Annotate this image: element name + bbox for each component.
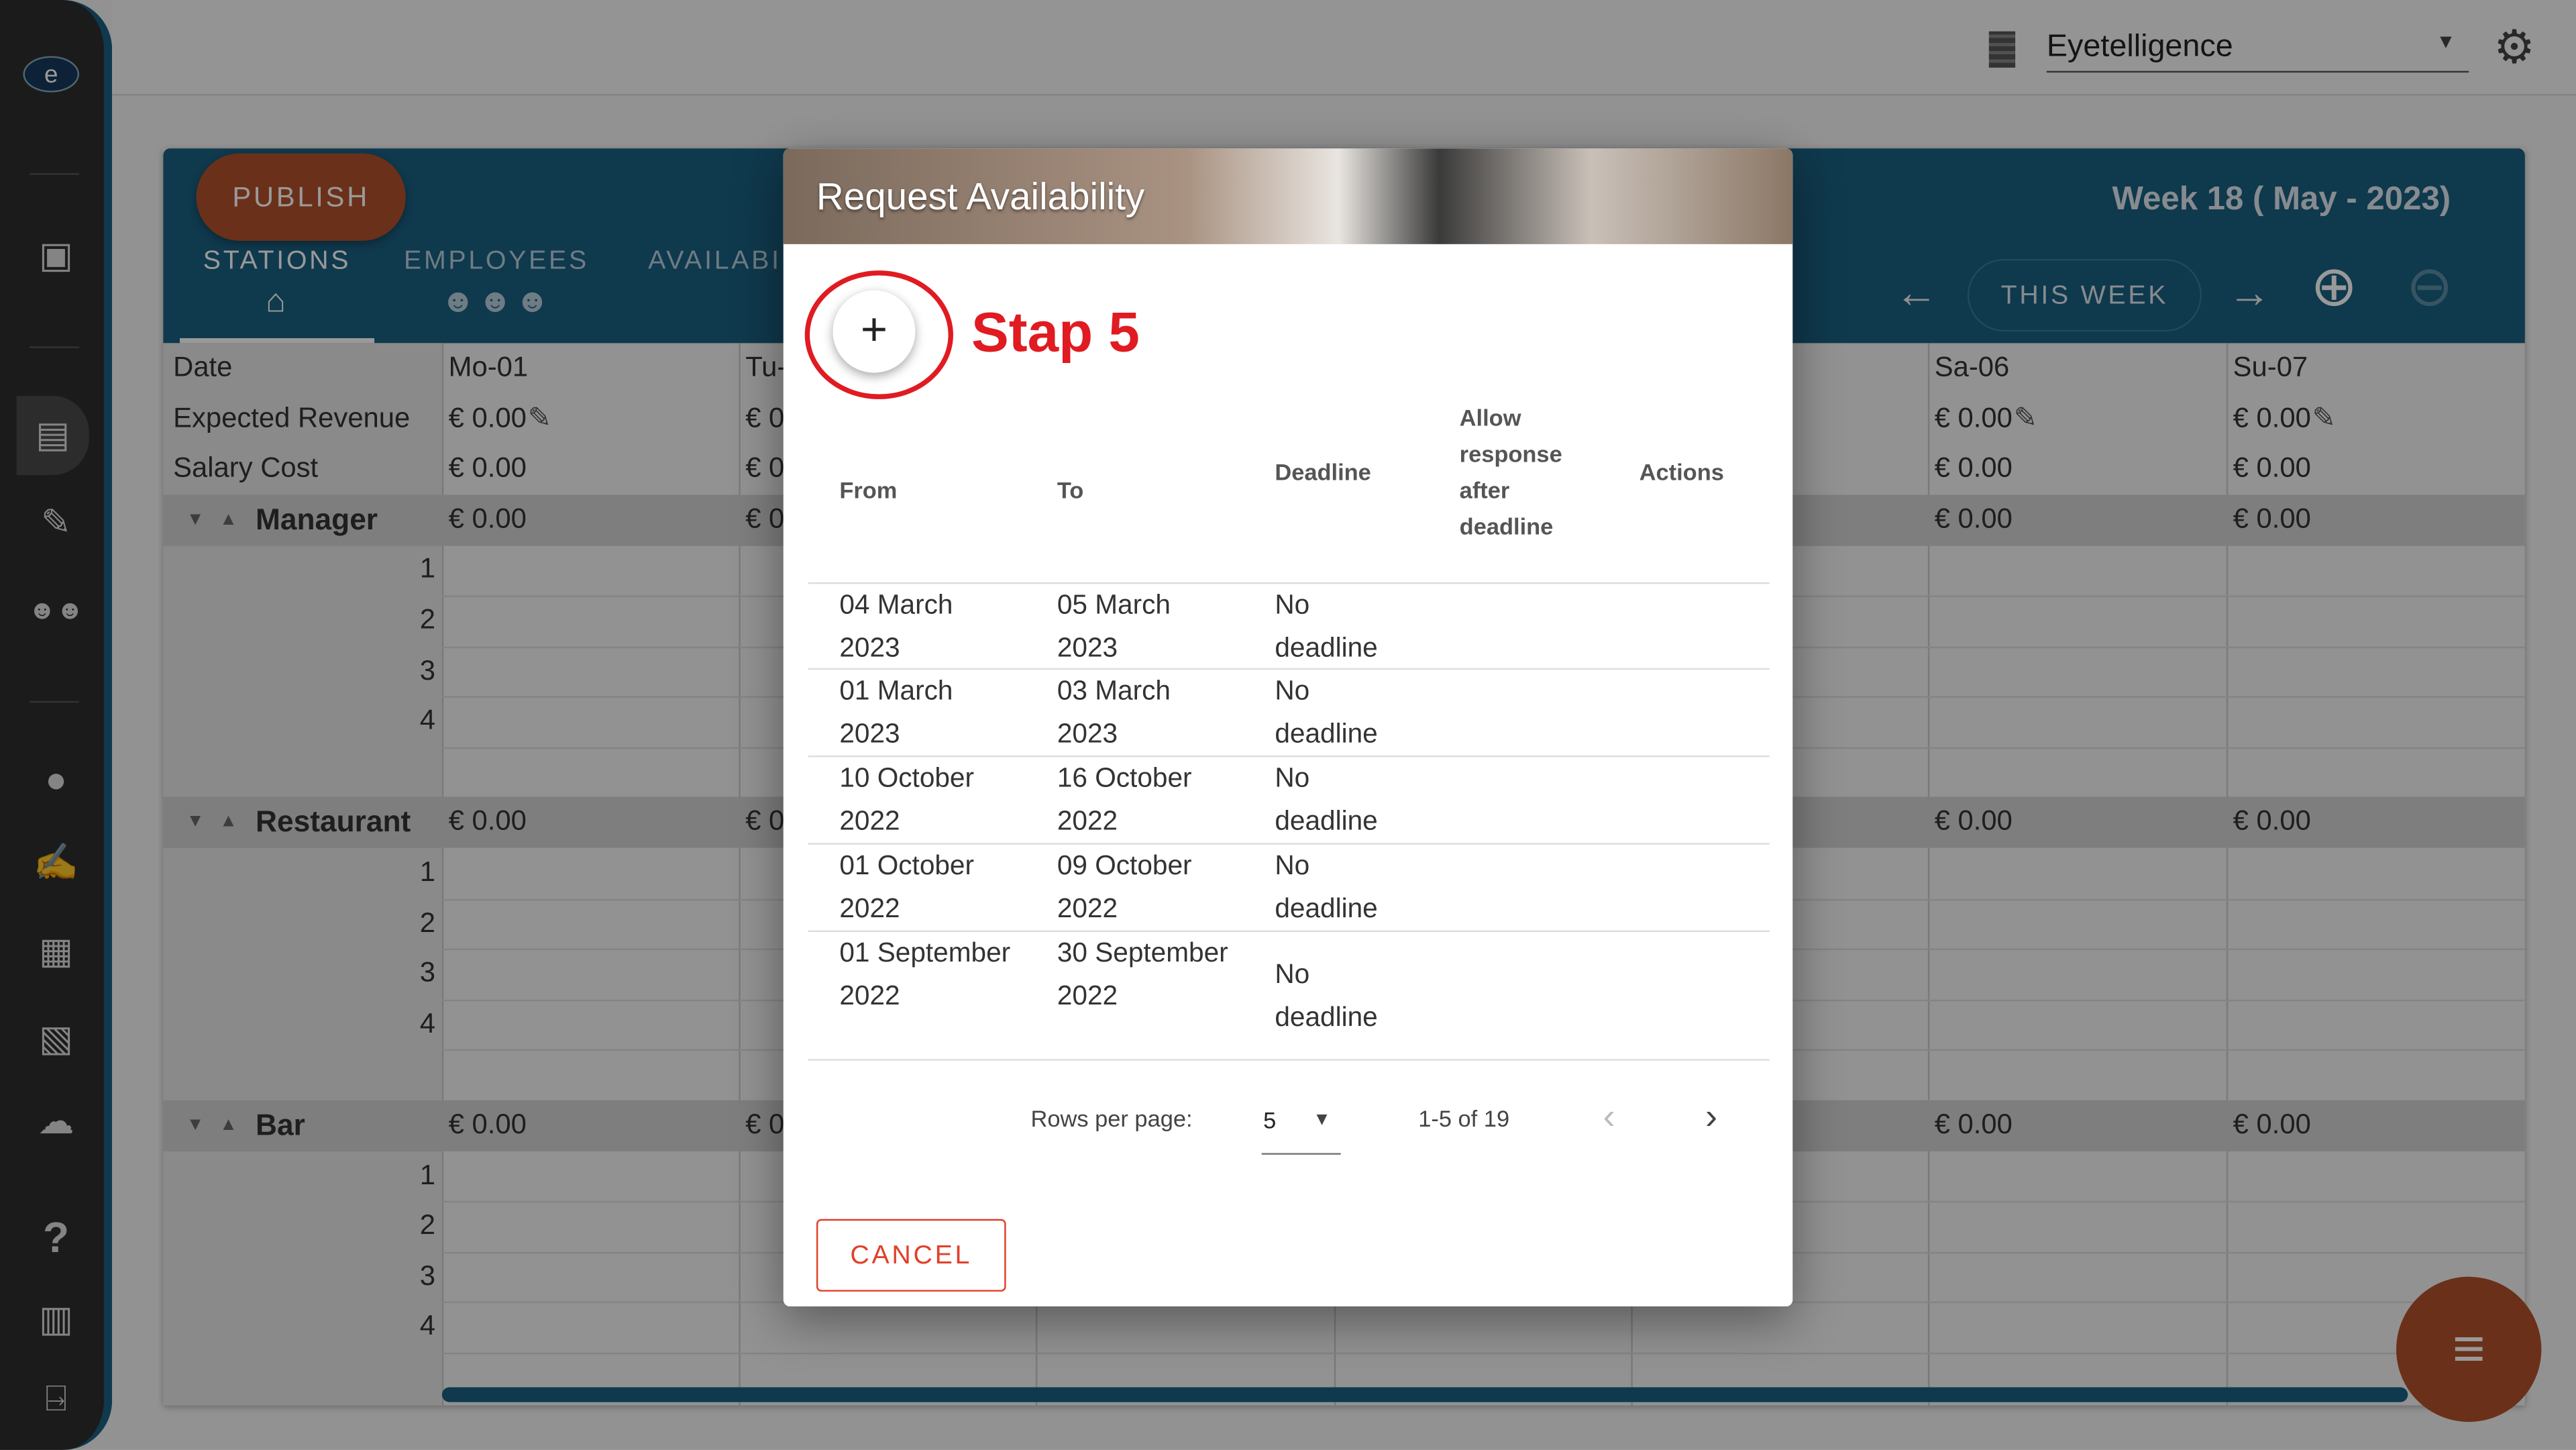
cell-from: 04 March 2023 <box>839 590 953 663</box>
row-divider <box>808 843 1770 845</box>
cell-deadline: No deadline <box>1275 590 1378 663</box>
row-divider <box>808 582 1770 584</box>
col-deadline: Deadline <box>1275 458 1371 485</box>
cell-from: 01 September 2022 <box>839 938 1011 1011</box>
cell-deadline: No deadline <box>1275 960 1378 1032</box>
request-availability-dialog: Request Availability + Stap 5 From To De… <box>783 148 1793 1307</box>
cell-to: 05 March 2023 <box>1057 590 1171 663</box>
cell-deadline: No deadline <box>1275 676 1378 748</box>
cancel-label: CANCEL <box>850 1242 973 1270</box>
col-from: From <box>839 476 898 503</box>
annotation-circle <box>804 270 953 399</box>
cell-to: 30 September 2022 <box>1057 938 1228 1011</box>
cell-to: 16 October 2022 <box>1057 764 1192 836</box>
previous-page-icon[interactable]: ‹ <box>1603 1095 1615 1138</box>
annotation-label: Stap 5 <box>971 301 1140 365</box>
col-to: To <box>1057 476 1084 503</box>
cell-from: 01 October 2022 <box>839 851 975 923</box>
cancel-button[interactable]: CANCEL <box>816 1219 1006 1292</box>
cell-to: 03 March 2023 <box>1057 676 1171 748</box>
row-divider <box>808 755 1770 758</box>
col-actions: Actions <box>1639 458 1724 485</box>
dialog-header: Request Availability <box>783 148 1793 244</box>
row-divider <box>808 1059 1770 1061</box>
col-allow-response: Allow response after deadline <box>1459 404 1562 539</box>
cell-from: 01 March 2023 <box>839 676 953 748</box>
cell-deadline: No deadline <box>1275 851 1378 923</box>
next-page-icon[interactable]: › <box>1705 1095 1717 1138</box>
rows-per-page-select[interactable]: 5 ▼ <box>1261 1098 1341 1155</box>
cell-deadline: No deadline <box>1275 764 1378 836</box>
pagination-range: 1-5 of 19 <box>1418 1105 1510 1132</box>
rows-per-page-value: 5 <box>1263 1106 1277 1133</box>
cell-from: 10 October 2022 <box>839 764 975 836</box>
rows-per-page-label: Rows per page: <box>1030 1105 1193 1132</box>
row-divider <box>808 930 1770 932</box>
cell-to: 09 October 2022 <box>1057 851 1192 923</box>
dialog-title: Request Availability <box>816 174 1145 218</box>
dropdown-arrow-icon: ▼ <box>1313 1110 1331 1131</box>
